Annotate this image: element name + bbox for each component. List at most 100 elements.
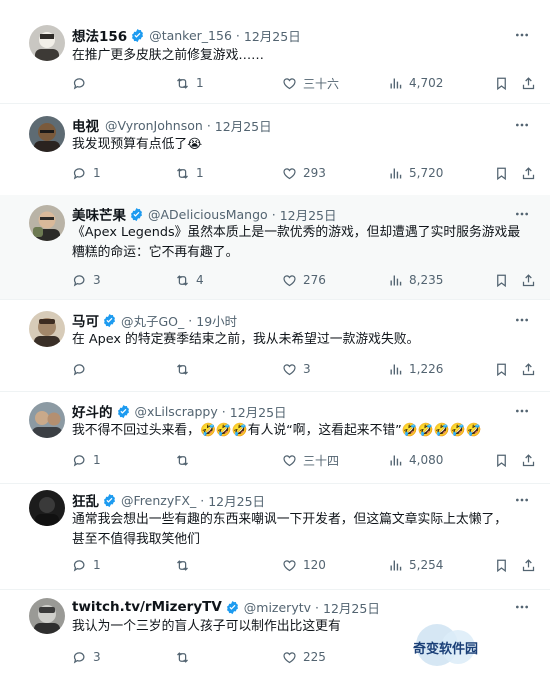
tweet-text-line: 我不得不回过头来看，🤣🤣🤣有人说“啊，这看起来不错”🤣🤣🤣🤣🤣 <box>72 423 482 438</box>
timestamp[interactable]: 12月25日 <box>215 116 272 135</box>
retweet-button[interactable]: 4 <box>175 270 204 290</box>
views-button[interactable]: 4,702 <box>388 73 443 93</box>
share-button[interactable] <box>521 450 536 470</box>
bookmark-icon <box>497 363 506 376</box>
bookmark-button[interactable] <box>494 163 509 183</box>
timestamp[interactable]: 12月25日 <box>323 598 380 617</box>
views-button[interactable]: 5,254 <box>388 555 443 575</box>
display-name[interactable]: twitch.tv/rMizeryTV <box>72 599 222 615</box>
like-button[interactable]: 120 <box>282 555 326 575</box>
bookmark-button[interactable] <box>494 73 509 93</box>
retweet-count: 1 <box>196 166 204 180</box>
tweet-item[interactable]: 马可 @丸子GO_ · 19小时 在 Apex 的特定赛季结束之前，我从未希望过… <box>0 299 550 392</box>
more-options-icon[interactable] <box>514 206 530 222</box>
views-button[interactable]: 5,720 <box>388 163 443 183</box>
views-button[interactable]: 4,080 <box>388 450 443 470</box>
user-handle[interactable]: @FrenzyFX_ <box>121 493 196 508</box>
avatar[interactable] <box>29 205 65 241</box>
share-button[interactable] <box>521 163 536 183</box>
more-options-icon[interactable] <box>514 403 530 419</box>
bookmark-button[interactable] <box>494 359 509 379</box>
like-button[interactable]: 276 <box>282 270 326 290</box>
like-button[interactable]: 225 <box>282 647 326 667</box>
retweet-button[interactable] <box>175 647 196 667</box>
avatar[interactable] <box>29 25 65 61</box>
retweet-icon <box>177 363 188 375</box>
display-name[interactable]: 美味芒果 <box>72 204 126 224</box>
share-button[interactable] <box>521 555 536 575</box>
reply-button[interactable] <box>72 359 93 379</box>
bookmark-button[interactable] <box>494 555 509 575</box>
like-count: 293 <box>303 166 326 180</box>
user-handle[interactable]: @ADeliciousMango <box>148 207 268 222</box>
reply-button[interactable]: 1 <box>72 450 101 470</box>
reply-button[interactable]: 1 <box>72 163 101 183</box>
like-count: 三十四 <box>303 453 340 468</box>
retweet-icon <box>177 559 188 571</box>
tweet-item[interactable]: 电视 @VyronJohnson · 12月25日 我发现预算有点低了😭 1 1… <box>0 103 550 196</box>
retweet-button[interactable] <box>175 555 196 575</box>
avatar[interactable] <box>29 490 65 526</box>
user-handle[interactable]: @VyronJohnson <box>105 118 203 133</box>
user-handle[interactable]: @mizerytv <box>244 600 311 615</box>
display-name[interactable]: 好斗的 <box>72 401 113 421</box>
share-button[interactable] <box>521 73 536 93</box>
views-button[interactable]: 1,226 <box>388 359 443 379</box>
reply-button[interactable] <box>72 73 93 93</box>
separator-dot: · <box>206 117 211 133</box>
reply-button[interactable]: 3 <box>72 270 101 290</box>
tweet-item[interactable]: 想法156 @tanker_156 · 12月25日 在推广更多皮肤之前修复游戏… <box>0 0 550 104</box>
tweet-text-line: 甚至不值得我取笑他们 <box>72 532 200 547</box>
timestamp[interactable]: 12月25日 <box>280 205 337 224</box>
display-name[interactable]: 狂乱 <box>72 490 99 510</box>
tweet-text: 通常我会想出一些有趣的东西来嘲讽一下开发者，但这篇文章实际上太懒了， 甚至不值得… <box>72 510 538 550</box>
display-name[interactable]: 马可 <box>72 310 99 330</box>
retweet-button[interactable] <box>175 450 196 470</box>
user-handle[interactable]: @丸子GO_ <box>121 311 184 330</box>
share-button[interactable] <box>521 270 536 290</box>
like-button[interactable]: 3 <box>282 359 311 379</box>
reply-button[interactable]: 1 <box>72 555 101 575</box>
avatar[interactable] <box>29 598 65 634</box>
more-options-icon[interactable] <box>514 492 530 508</box>
share-icon <box>522 453 535 466</box>
like-button[interactable]: 三十六 <box>282 73 339 93</box>
more-options-icon[interactable] <box>514 599 530 615</box>
more-options-icon[interactable] <box>514 312 530 328</box>
tweet-item[interactable]: 好斗的 @xLilscrappy · 12月25日 我不得不回过头来看，🤣🤣🤣有… <box>0 391 550 484</box>
retweet-icon <box>177 274 188 286</box>
reply-icon <box>73 274 85 287</box>
views-count: 4,702 <box>409 76 444 90</box>
avatar[interactable] <box>29 311 65 347</box>
retweet-count: 1 <box>196 76 204 90</box>
reply-button[interactable]: 3 <box>72 647 101 667</box>
display-name[interactable]: 想法156 <box>72 25 127 45</box>
more-options-icon[interactable] <box>514 27 530 43</box>
timestamp[interactable]: 12月25日 <box>244 26 301 45</box>
verified-badge-icon <box>117 404 129 418</box>
like-button[interactable]: 293 <box>282 163 326 183</box>
timestamp[interactable]: 12月25日 <box>208 491 265 510</box>
retweet-button[interactable]: 1 <box>175 73 204 93</box>
display-name[interactable]: 电视 <box>72 115 99 135</box>
views-icon <box>390 560 402 570</box>
timestamp[interactable]: 19小时 <box>196 311 237 330</box>
user-handle[interactable]: @tanker_156 <box>149 28 232 43</box>
retweet-button[interactable]: 1 <box>175 163 204 183</box>
bookmark-button[interactable] <box>494 450 509 470</box>
retweet-button[interactable] <box>175 359 196 379</box>
tweet-item[interactable]: 美味芒果 @ADeliciousMango · 12月25日 《Apex Leg… <box>0 195 550 300</box>
bookmark-button[interactable] <box>494 270 509 290</box>
user-handle[interactable]: @xLilscrappy <box>135 404 218 419</box>
more-options-icon[interactable] <box>514 117 530 133</box>
views-icon <box>390 168 402 178</box>
share-icon <box>522 76 535 89</box>
share-button[interactable] <box>521 359 536 379</box>
avatar[interactable] <box>29 402 65 438</box>
avatar[interactable] <box>29 116 65 152</box>
timestamp[interactable]: 12月25日 <box>230 402 287 421</box>
tweet-item[interactable]: 狂乱 @FrenzyFX_ · 12月25日 通常我会想出一些有趣的东西来嘲讽一… <box>0 483 550 590</box>
views-button[interactable]: 8,235 <box>388 270 443 290</box>
like-button[interactable]: 三十四 <box>282 450 339 470</box>
watermark-text: 奇变软件园 <box>413 642 479 657</box>
